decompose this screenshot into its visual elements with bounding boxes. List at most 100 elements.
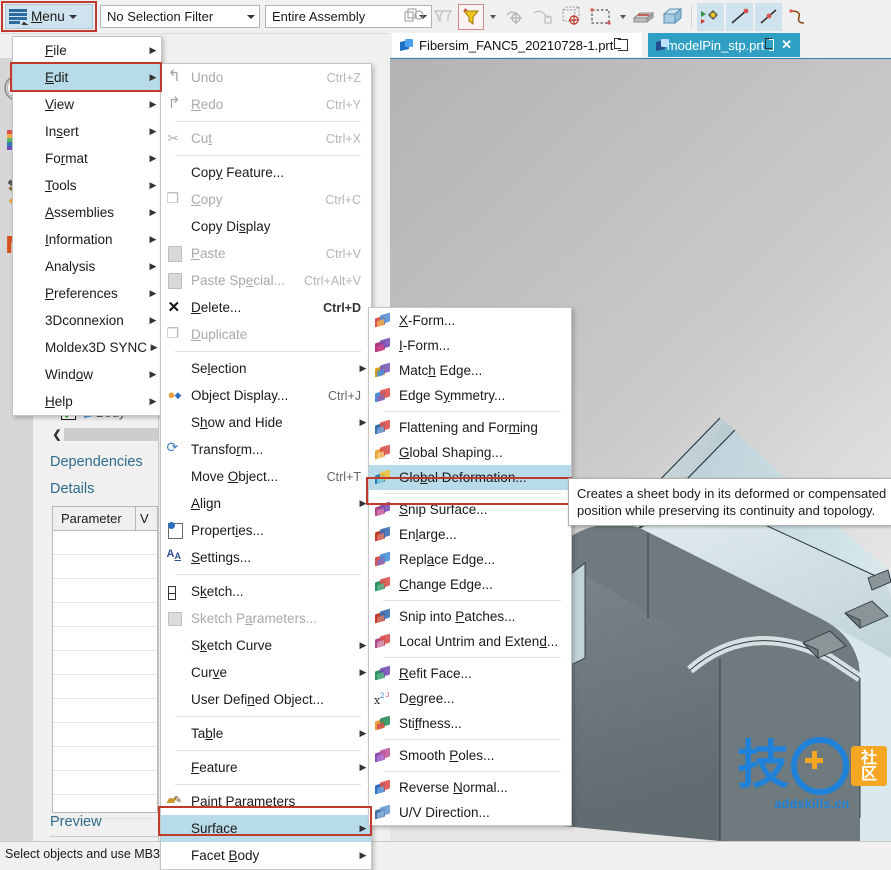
- point-constructor-icon[interactable]: [500, 3, 527, 31]
- rectangle-select-icon[interactable]: [587, 3, 614, 31]
- menu-item-table[interactable]: Table ▶: [161, 720, 371, 747]
- spline-icon[interactable]: [784, 3, 811, 31]
- table-row[interactable]: [53, 675, 157, 699]
- menu-item-copy[interactable]: Copy Ctrl+C: [161, 186, 371, 213]
- menu-item-x-form[interactable]: X-Form...: [369, 308, 571, 333]
- surface-menu-panel[interactable]: X-Form... I-Form... Match Edge... Edge S…: [368, 307, 572, 826]
- menu-item-align[interactable]: Align ▶: [161, 490, 371, 517]
- table-row[interactable]: [53, 603, 157, 627]
- filter-face-icon[interactable]: [429, 3, 456, 31]
- menu-item-i-form[interactable]: I-Form...: [369, 333, 571, 358]
- section-details[interactable]: Details: [50, 481, 94, 497]
- menu-item-paste-special[interactable]: Paste Special... Ctrl+Alt+V: [161, 267, 371, 294]
- table-row[interactable]: [53, 531, 157, 555]
- restore-window-icon[interactable]: [765, 38, 775, 51]
- restore-window-icon[interactable]: [614, 38, 629, 51]
- scroll-track[interactable]: [64, 428, 158, 441]
- table-row[interactable]: [53, 771, 157, 795]
- menu-item-copy-display[interactable]: Copy Display: [161, 213, 371, 240]
- menu-item-reverse-normal[interactable]: Reverse Normal...: [369, 775, 571, 800]
- box-icon[interactable]: [659, 3, 686, 31]
- menu-item-window[interactable]: Window ▶: [13, 361, 161, 388]
- table-row[interactable]: [53, 723, 157, 747]
- menu-item-snip-surface[interactable]: Snip Surface...: [369, 497, 571, 522]
- block-icon[interactable]: [630, 3, 657, 31]
- menu-item-duplicate[interactable]: Duplicate: [161, 321, 371, 348]
- curve-rule-icon[interactable]: [529, 3, 556, 31]
- menu-item-sketch[interactable]: Sketch...: [161, 578, 371, 605]
- menu-item-preferences[interactable]: Preferences ▶: [13, 280, 161, 307]
- menu-item-format[interactable]: Format ▶: [13, 145, 161, 172]
- menu-item-user-defined-object[interactable]: User Defined Object...: [161, 686, 371, 713]
- selection-filter-dropdown[interactable]: No Selection Filter: [100, 5, 260, 28]
- menu-item-refit-face[interactable]: Refit Face...: [369, 661, 571, 686]
- select-dropdown-caret[interactable]: [616, 3, 628, 31]
- line-icon[interactable]: [726, 3, 753, 31]
- menu-item-match-edge[interactable]: Match Edge...: [369, 358, 571, 383]
- close-icon[interactable]: ✕: [781, 37, 792, 53]
- menu-item-change-edge[interactable]: Change Edge...: [369, 572, 571, 597]
- tab-fibersim[interactable]: Fibersim_FANC5_20210728-1.prt: [392, 33, 642, 57]
- menu-item-stiffness[interactable]: Stiffness...: [369, 711, 571, 736]
- menu-item-moldex3d-sync[interactable]: Moldex3D SYNC ▶: [13, 334, 161, 361]
- move-face-icon[interactable]: [697, 3, 724, 31]
- menu-item-analysis[interactable]: Analysis ▶: [13, 253, 161, 280]
- menu-item-delete[interactable]: Delete... Ctrl+D: [161, 294, 371, 321]
- line-point-icon[interactable]: [755, 3, 782, 31]
- menu-item-paint-parameters[interactable]: Paint Parameters: [161, 788, 371, 815]
- menu-item-selection[interactable]: Selection ▶: [161, 355, 371, 382]
- table-row[interactable]: [53, 699, 157, 723]
- menu-item-redo[interactable]: Redo Ctrl+Y: [161, 91, 371, 118]
- section-preview[interactable]: Preview: [50, 814, 102, 830]
- edit-menu-panel[interactable]: Undo Ctrl+Z Redo Ctrl+Y Cut Ctrl+X Copy …: [160, 63, 372, 870]
- menu-item-cut[interactable]: Cut Ctrl+X: [161, 125, 371, 152]
- table-row[interactable]: [53, 627, 157, 651]
- menu-item-edge-symmetry[interactable]: Edge Symmetry...: [369, 383, 571, 408]
- scroll-left-arrow[interactable]: ❮: [50, 428, 64, 441]
- menu-item-tools[interactable]: Tools ▶: [13, 172, 161, 199]
- menu-item-settings[interactable]: Settings...: [161, 544, 371, 571]
- menu-item-copy-feature[interactable]: Copy Feature...: [161, 159, 371, 186]
- table-row[interactable]: [53, 651, 157, 675]
- menu-item-file[interactable]: File ▶: [13, 37, 161, 64]
- menu-item-transform[interactable]: Transform...: [161, 436, 371, 463]
- menu-item-global-shaping[interactable]: Global Shaping...: [369, 440, 571, 465]
- menu-item-uv-direction[interactable]: U/V Direction...: [369, 800, 571, 825]
- menu-item-insert[interactable]: Insert ▶: [13, 118, 161, 145]
- menu-item-smooth-poles[interactable]: Smooth Poles...: [369, 743, 571, 768]
- tab-modelpin[interactable]: modelPin_stp.prt ✕: [648, 33, 800, 57]
- table-row[interactable]: [53, 579, 157, 603]
- main-menu-panel[interactable]: File ▶ Edit ▶ View ▶ Insert ▶ Format ▶ Tools ▶…: [12, 36, 162, 416]
- menu-item-assemblies[interactable]: Assemblies ▶: [13, 199, 161, 226]
- menu-item-help[interactable]: Help ▶: [13, 388, 161, 415]
- menu-item-local-untrim-and-extend[interactable]: Local Untrim and Extend...: [369, 629, 571, 654]
- menu-item-view[interactable]: View ▶: [13, 91, 161, 118]
- menu-item-move-object[interactable]: Move Object... Ctrl+T: [161, 463, 371, 490]
- menu-item-show-and-hide[interactable]: Show and Hide ▶: [161, 409, 371, 436]
- menu-item-paste[interactable]: Paste Ctrl+V: [161, 240, 371, 267]
- menu-item-undo[interactable]: Undo Ctrl+Z: [161, 64, 371, 91]
- filter-active-icon[interactable]: [458, 4, 484, 30]
- menu-item-replace-edge[interactable]: Replace Edge...: [369, 547, 571, 572]
- menu-item-information[interactable]: Information ▶: [13, 226, 161, 253]
- menu-item-snip-into-patches[interactable]: Snip into Patches...: [369, 604, 571, 629]
- menu-item-flattening-and-forming[interactable]: Flattening and Forming: [369, 415, 571, 440]
- table-row[interactable]: [53, 555, 157, 579]
- section-dependencies[interactable]: Dependencies: [50, 454, 143, 470]
- menu-item-enlarge[interactable]: Enlarge...: [369, 522, 571, 547]
- menu-item-curve[interactable]: Curve ▶: [161, 659, 371, 686]
- menu-item-object-display[interactable]: Object Display... Ctrl+J: [161, 382, 371, 409]
- menu-item-sketch-parameters[interactable]: Sketch Parameters...: [161, 605, 371, 632]
- menu-item-feature[interactable]: Feature ▶: [161, 754, 371, 781]
- filter-dropdown-caret[interactable]: [486, 3, 498, 31]
- table-row[interactable]: [53, 747, 157, 771]
- menu-item-edit[interactable]: Edit ▶: [13, 64, 161, 91]
- tree-horizontal-scrollbar[interactable]: ❮: [50, 426, 158, 443]
- wcs-dynamic-icon[interactable]: [558, 3, 585, 31]
- menu-item-sketch-curve[interactable]: Sketch Curve ▶: [161, 632, 371, 659]
- menu-item-properties[interactable]: Properties...: [161, 517, 371, 544]
- menu-item-3dconnexion[interactable]: 3Dconnexion ▶: [13, 307, 161, 334]
- menu-item-global-deformation[interactable]: Global Deformation...: [369, 465, 571, 490]
- snap-point-icon[interactable]: [400, 3, 427, 31]
- menu-item-degree[interactable]: x23 Degree...: [369, 686, 571, 711]
